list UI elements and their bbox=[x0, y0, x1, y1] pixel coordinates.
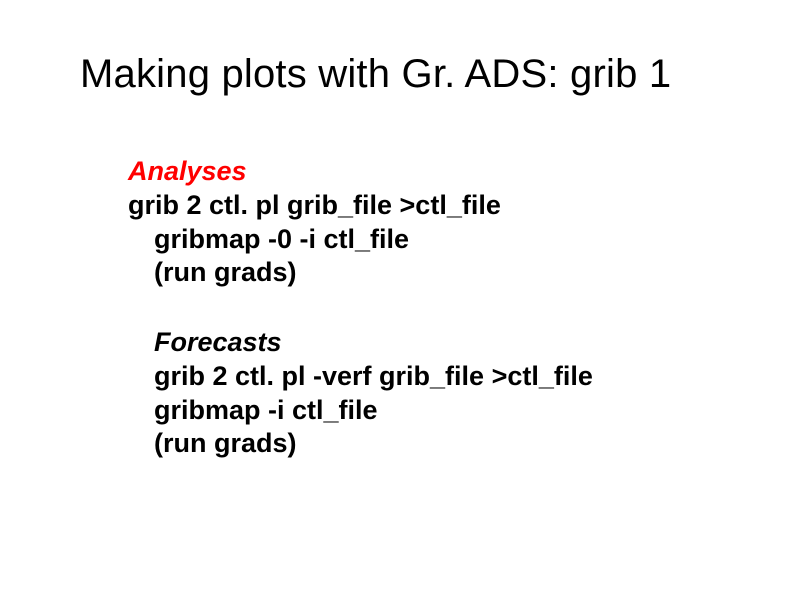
forecasts-cmd-3: (run grads) bbox=[154, 427, 714, 461]
analyses-cmd-1: grib 2 ctl. pl grib_file >ctl_file bbox=[128, 189, 714, 223]
slide-container: Making plots with Gr. ADS: grib 1 Analys… bbox=[0, 0, 794, 595]
analyses-cmd-3: (run grads) bbox=[154, 256, 714, 290]
forecasts-heading: Forecasts bbox=[154, 326, 714, 360]
analyses-cmd-2: gribmap -0 -i ctl_file bbox=[154, 223, 714, 257]
forecasts-cmd-2: gribmap -i ctl_file bbox=[154, 394, 714, 428]
forecasts-section: Forecasts grib 2 ctl. pl -verf grib_file… bbox=[154, 326, 714, 461]
analyses-heading: Analyses bbox=[128, 155, 714, 189]
analyses-section: Analyses grib 2 ctl. pl grib_file >ctl_f… bbox=[128, 155, 714, 290]
forecasts-cmd-1: grib 2 ctl. pl -verf grib_file >ctl_file bbox=[154, 360, 714, 394]
slide-title: Making plots with Gr. ADS: grib 1 bbox=[80, 52, 714, 97]
